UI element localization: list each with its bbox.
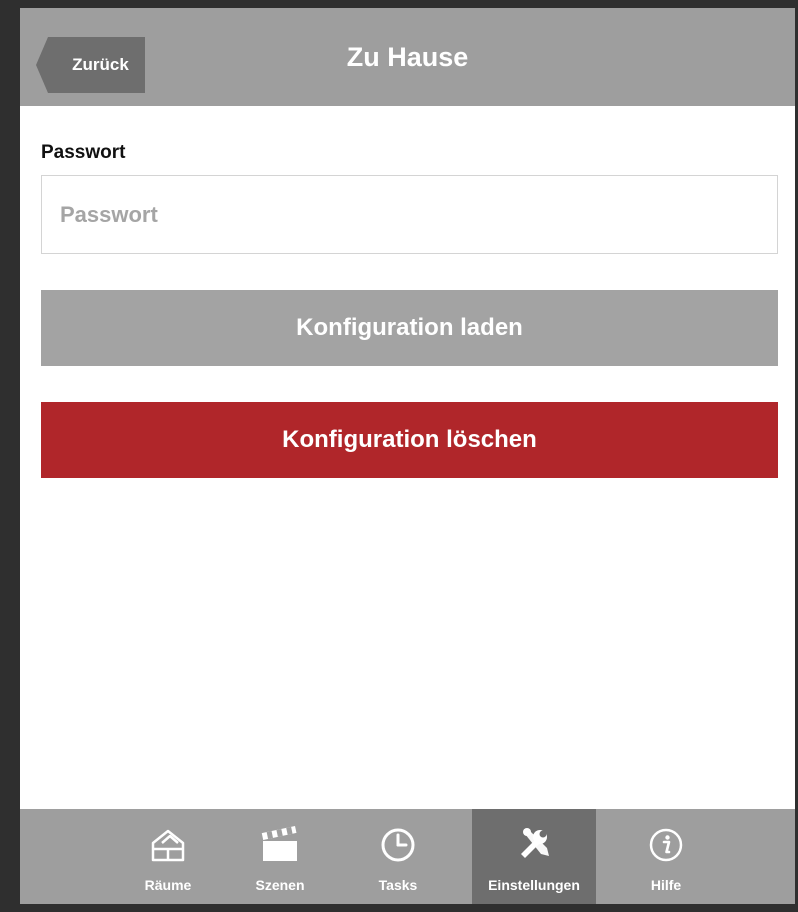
info-icon xyxy=(644,823,688,867)
load-configuration-label: Konfiguration laden xyxy=(296,314,523,341)
clapperboard-icon xyxy=(258,823,302,867)
app-screen: Zurück Zu Hause Passwort Konfiguration l… xyxy=(20,8,795,904)
tools-icon xyxy=(512,823,556,867)
tab-hilfe[interactable]: Hilfe xyxy=(618,809,714,904)
device-frame: Zurück Zu Hause Passwort Konfiguration l… xyxy=(0,0,798,912)
tab-tasks[interactable]: Tasks xyxy=(350,809,446,904)
load-configuration-button[interactable]: Konfiguration laden xyxy=(41,290,778,366)
clock-icon xyxy=(376,823,420,867)
tab-label: Tasks xyxy=(378,877,418,893)
header-bar: Zurück Zu Hause xyxy=(20,8,795,106)
tab-label: Einstellungen xyxy=(488,877,580,893)
tab-bar: Räume Szenen Tasks Einstellungen Hilfe xyxy=(20,809,795,904)
house-icon xyxy=(146,823,190,867)
delete-configuration-button[interactable]: Konfiguration löschen xyxy=(41,402,778,478)
tab-label: Räume xyxy=(144,877,192,893)
back-button[interactable]: Zurück xyxy=(36,37,145,93)
password-input[interactable] xyxy=(41,175,778,254)
back-button-label: Zurück xyxy=(72,55,129,74)
tab-label: Szenen xyxy=(255,877,305,893)
tab-raeume[interactable]: Räume xyxy=(120,809,216,904)
tab-szenen[interactable]: Szenen xyxy=(232,809,328,904)
tab-einstellungen[interactable]: Einstellungen xyxy=(472,809,596,904)
password-label: Passwort xyxy=(41,142,126,163)
tab-label: Hilfe xyxy=(650,877,682,893)
delete-configuration-label: Konfiguration löschen xyxy=(282,426,537,453)
